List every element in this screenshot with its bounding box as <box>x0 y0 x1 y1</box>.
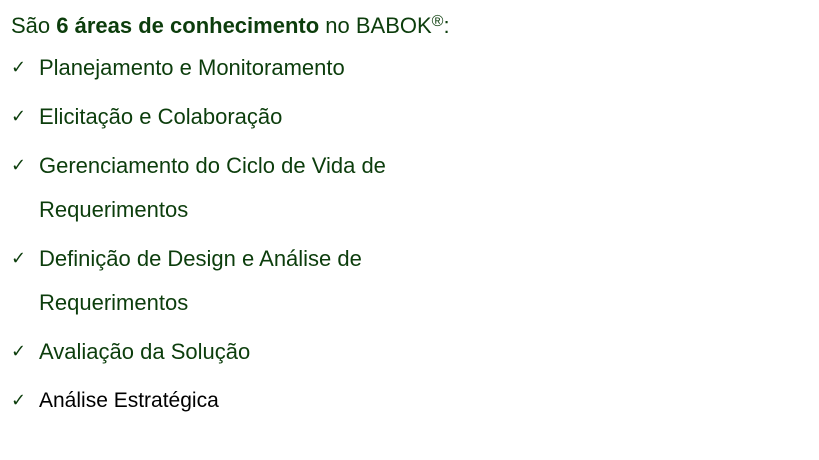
list-item: ✓ Elicitação e Colaboração <box>11 95 791 139</box>
list-item-label: Definição de Design e Análise de Requeri… <box>39 246 362 315</box>
knowledge-areas-list: ✓ Planejamento e Monitoramento ✓ Elicita… <box>11 46 791 423</box>
checkmark-icon: ✓ <box>11 248 27 269</box>
list-item-label: Análise Estratégica <box>39 389 219 412</box>
intro-colon: : <box>443 13 450 38</box>
list-item: ✓ Avaliação da Solução <box>11 330 791 374</box>
list-item-label: Planejamento e Monitoramento <box>39 55 345 80</box>
list-item-label: Elicitação e Colaboração <box>39 104 283 129</box>
checkmark-icon: ✓ <box>11 341 27 362</box>
document-body: São 6 áreas de conhecimento no BABOK®: ✓… <box>11 6 791 428</box>
list-item: ✓ Gerenciamento do Ciclo de Vida de Requ… <box>11 144 791 232</box>
intro-sentence: São 6 áreas de conhecimento no BABOK®: <box>11 6 791 42</box>
list-item: ✓ Análise Estratégica <box>11 379 791 423</box>
list-item-label: Avaliação da Solução <box>39 339 251 364</box>
list-item-label: Gerenciamento do Ciclo de Vida de Requer… <box>39 153 386 222</box>
list-item: ✓ Definição de Design e Análise de Reque… <box>11 237 791 325</box>
intro-bold: 6 áreas de conhecimento <box>56 13 320 38</box>
intro-prefix: São <box>11 13 57 38</box>
checkmark-icon: ✓ <box>11 155 27 176</box>
checkmark-icon: ✓ <box>11 57 27 78</box>
intro-suffix: no BABOK <box>319 13 432 38</box>
checkmark-icon: ✓ <box>11 390 27 411</box>
checkmark-icon: ✓ <box>11 106 27 127</box>
list-item: ✓ Planejamento e Monitoramento <box>11 46 791 90</box>
registered-mark: ® <box>431 13 444 30</box>
